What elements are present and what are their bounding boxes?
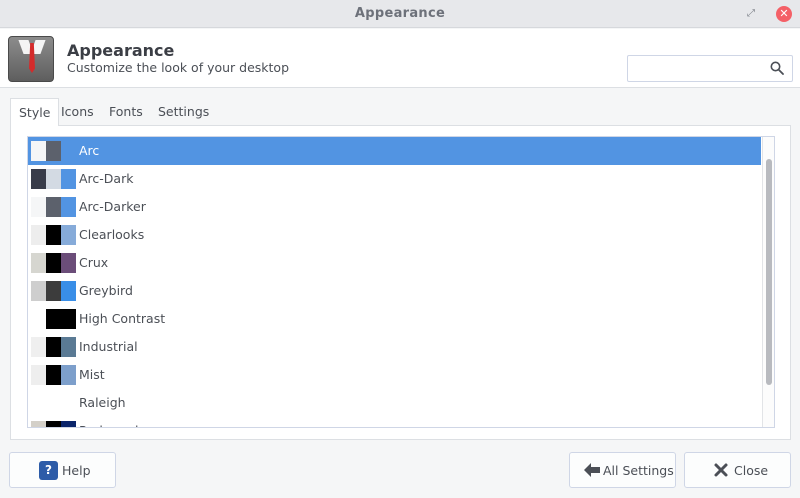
theme-color-swatch [31, 225, 46, 245]
restore-icon[interactable]: ⤢ [745, 8, 757, 20]
window-close-button[interactable]: ✕ [776, 6, 792, 22]
search-icon[interactable] [770, 61, 784, 75]
theme-list-item[interactable]: Crux [28, 249, 761, 277]
theme-color-swatch [46, 253, 61, 273]
theme-color-swatch [31, 309, 46, 329]
theme-color-swatch [31, 393, 46, 413]
theme-color-swatch [46, 197, 61, 217]
theme-color-swatch [46, 393, 61, 413]
arrow-left-icon [584, 463, 600, 477]
theme-color-swatch [61, 421, 76, 427]
theme-color-swatch [61, 393, 76, 413]
theme-color-swatch [31, 337, 46, 357]
theme-name: Industrial [79, 339, 138, 354]
theme-color-swatch [31, 197, 46, 217]
theme-name: Arc [79, 143, 100, 158]
header-subtitle: Customize the look of your desktop [67, 60, 290, 75]
theme-list[interactable]: Redmond Raleigh Mist Industrial High Contras… [27, 136, 775, 428]
theme-list-item[interactable]: Industrial [28, 333, 761, 361]
tab-icons[interactable]: Icons [53, 98, 102, 126]
theme-color-swatch [31, 365, 46, 385]
theme-color-swatch [61, 197, 76, 217]
theme-name: Redmond [79, 423, 138, 427]
theme-color-swatch [31, 281, 46, 301]
theme-color-swatch [61, 141, 76, 161]
theme-color-swatch [46, 337, 61, 357]
theme-color-swatch [61, 253, 76, 273]
theme-name: Arc-Darker [79, 199, 146, 214]
theme-color-swatch [46, 225, 61, 245]
theme-color-swatch [46, 281, 61, 301]
theme-name: Arc-Dark [79, 171, 134, 186]
help-button[interactable]: ? Help [9, 452, 116, 488]
theme-list-item[interactable]: High Contrast [28, 305, 761, 333]
help-button-label: Help [62, 463, 91, 478]
theme-name: Raleigh [79, 395, 126, 410]
window-titlebar: Appearance ⤢ ✕ [0, 0, 800, 28]
theme-color-swatch [46, 309, 61, 329]
search-input[interactable] [627, 55, 793, 82]
theme-color-swatch [61, 309, 76, 329]
theme-list-item[interactable]: Greybird [28, 277, 761, 305]
tab-fonts[interactable]: Fonts [101, 98, 151, 126]
theme-list-item[interactable]: Arc-Dark [28, 165, 761, 193]
theme-color-swatch [61, 169, 76, 189]
theme-color-swatch [61, 281, 76, 301]
scrollbar-thumb[interactable] [766, 159, 772, 385]
vertical-scrollbar[interactable] [762, 137, 774, 427]
theme-color-swatch [31, 141, 46, 161]
theme-color-swatch [61, 225, 76, 245]
theme-color-swatch [46, 421, 61, 427]
theme-color-swatch [31, 169, 46, 189]
theme-list-item[interactable]: Arc-Darker [28, 193, 761, 221]
tab-settings[interactable]: Settings [150, 98, 217, 126]
theme-color-swatch [61, 365, 76, 385]
all-settings-button[interactable]: All Settings [569, 452, 676, 488]
theme-color-swatch [46, 169, 61, 189]
dialog-header: Appearance Customize the look of your de… [0, 29, 800, 88]
theme-name: Greybird [79, 283, 133, 298]
theme-color-swatch [46, 141, 61, 161]
theme-name: High Contrast [79, 311, 166, 326]
theme-color-swatch [31, 421, 46, 427]
appearance-suit-icon [8, 36, 54, 82]
theme-name: Crux [79, 255, 109, 270]
style-tab-panel: Redmond Raleigh Mist Industrial High Contras… [10, 125, 791, 440]
theme-color-swatch [31, 253, 46, 273]
close-button[interactable]: Close [684, 452, 791, 488]
window-title: Appearance [354, 6, 446, 21]
close-icon [714, 463, 728, 477]
theme-list-item[interactable]: Redmond [28, 417, 761, 427]
theme-name: Mist [79, 367, 105, 382]
tab-style[interactable]: Style [10, 98, 60, 126]
all-settings-button-label: All Settings [603, 463, 674, 478]
header-title: Appearance [67, 41, 175, 60]
help-icon: ? [39, 461, 58, 480]
theme-list-item[interactable]: Mist [28, 361, 761, 389]
theme-color-swatch [46, 365, 61, 385]
theme-color-swatch [61, 337, 76, 357]
theme-list-item[interactable]: Clearlooks [28, 221, 761, 249]
theme-list-item[interactable]: Arc [28, 137, 761, 165]
theme-name: Clearlooks [79, 227, 145, 242]
theme-list-item[interactable]: Raleigh [28, 389, 761, 417]
close-button-label: Close [734, 463, 769, 478]
